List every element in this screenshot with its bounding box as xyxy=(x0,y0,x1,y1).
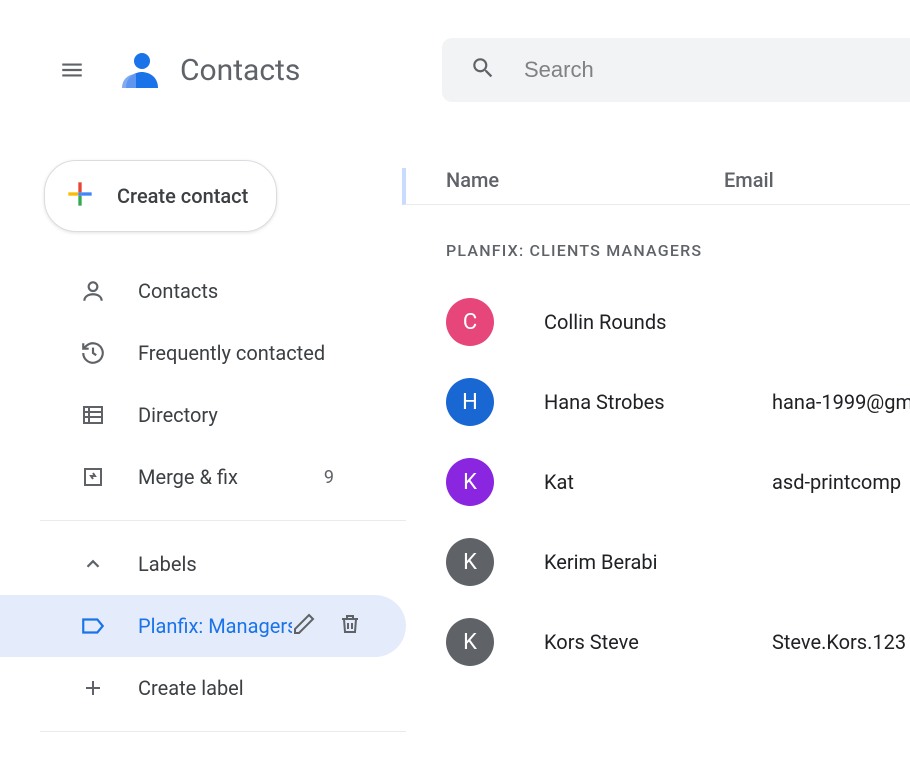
search-bar[interactable] xyxy=(442,38,910,102)
sidebar-item-label: Contacts xyxy=(138,279,218,303)
sidebar-item-label: Frequently contacted xyxy=(138,341,325,365)
sidebar-item-label: Planfix: Managers xyxy=(138,614,292,638)
sidebar-item-label: Labels xyxy=(138,552,197,576)
contact-row[interactable]: H Hana Strobeshana-1999@gm xyxy=(406,362,910,442)
create-contact-button[interactable]: Create contact xyxy=(44,160,277,232)
app-title: Contacts xyxy=(180,53,300,88)
column-header-name[interactable]: Name xyxy=(446,168,724,192)
column-header-email[interactable]: Email xyxy=(724,168,774,192)
sidebar-item-label: Create label xyxy=(138,676,244,700)
hamburger-icon xyxy=(59,57,85,83)
avatar: C xyxy=(446,298,494,346)
avatar: K xyxy=(446,538,494,586)
person-icon xyxy=(80,278,106,304)
plus-icon xyxy=(80,675,106,701)
contact-name: Kors Steve xyxy=(544,630,772,654)
sidebar-divider xyxy=(40,731,406,732)
app-logo[interactable]: Contacts xyxy=(118,48,300,92)
directory-icon xyxy=(80,402,106,428)
contact-name: Kerim Berabi xyxy=(544,550,772,574)
sidebar-create-label[interactable]: Create label xyxy=(0,657,406,719)
search-input[interactable] xyxy=(524,57,882,83)
sidebar-labels-toggle[interactable]: Labels xyxy=(0,533,406,595)
app-header: Contacts xyxy=(0,0,910,140)
label-icon xyxy=(80,613,106,639)
sidebar-item-frequent[interactable]: Frequently contacted xyxy=(0,322,406,384)
search-icon xyxy=(470,55,496,85)
contact-name: Hana Strobes xyxy=(544,390,772,414)
contact-name: Collin Rounds xyxy=(544,310,772,334)
chevron-up-icon xyxy=(80,551,106,577)
sidebar-item-contacts[interactable]: Contacts xyxy=(0,260,406,322)
avatar: K xyxy=(446,618,494,666)
main-menu-button[interactable] xyxy=(48,46,96,94)
contact-email: Steve.Kors.123 xyxy=(772,630,906,654)
pencil-icon xyxy=(292,612,316,636)
trash-icon xyxy=(338,612,362,636)
contact-name: Kat xyxy=(544,470,772,494)
delete-label-button[interactable] xyxy=(338,612,362,641)
sidebar-item-directory[interactable]: Directory xyxy=(0,384,406,446)
contact-row[interactable]: C Collin Rounds xyxy=(406,282,910,362)
section-header: PLANFIX: CLIENTS MANAGERS xyxy=(446,241,910,260)
avatar: H xyxy=(446,378,494,426)
contact-row[interactable]: K Kors SteveSteve.Kors.123 xyxy=(406,602,910,682)
plus-multicolor-icon xyxy=(65,179,95,213)
sidebar: Create contact Contacts Frequently conta… xyxy=(0,140,406,780)
sidebar-item-label: Merge & fix xyxy=(138,465,238,489)
contact-row[interactable]: K Kerim Berabi xyxy=(406,522,910,602)
sidebar-item-merge-fix[interactable]: Merge & fix 9 xyxy=(0,446,406,508)
contacts-logo-icon xyxy=(118,48,162,92)
contact-email: hana-1999@gm xyxy=(772,390,910,414)
sidebar-item-label: Directory xyxy=(138,403,218,427)
contact-email: asd-printcomp xyxy=(772,470,901,494)
merge-fix-count: 9 xyxy=(324,467,334,488)
main-content: Name Email PLANFIX: CLIENTS MANAGERS C Co… xyxy=(406,140,910,780)
column-headers: Name Email xyxy=(402,168,910,205)
sidebar-label-planfix-managers[interactable]: Planfix: Managers xyxy=(0,595,406,657)
merge-icon xyxy=(80,464,106,490)
create-contact-label: Create contact xyxy=(117,184,248,208)
sidebar-divider xyxy=(40,520,406,521)
edit-label-button[interactable] xyxy=(292,612,316,641)
avatar: K xyxy=(446,458,494,506)
contact-row[interactable]: K Katasd-printcomp xyxy=(406,442,910,522)
history-icon xyxy=(80,340,106,366)
